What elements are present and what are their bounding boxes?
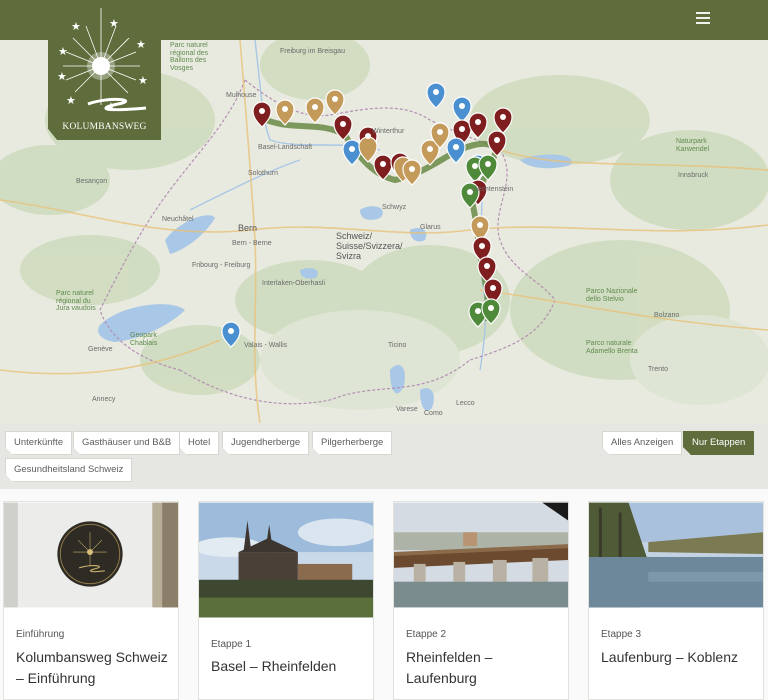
svg-text:★: ★ [71,20,81,33]
map-label-winterthur: Winterthur [372,128,405,135]
card-kicker: Etappe 1 [211,639,252,650]
map-label-stelvio: Parco Nazionale dello Stelvio [586,288,638,303]
card-kicker: Etappe 2 [406,629,447,640]
river-photo [589,502,763,608]
filter-gasthaeuser[interactable]: Gasthäuser und B&B [73,431,180,455]
map-label-geneve: Genève [88,346,113,353]
filter-jugendherberge[interactable]: Jugendherberge [222,431,309,455]
filter-gesundheitsland[interactable]: Gesundheitsland Schweiz [5,458,132,482]
card-kicker: Einführung [16,629,65,640]
svg-text:★: ★ [136,38,146,51]
map-label-mulhouse: Mulhouse [226,92,257,99]
map-label-annecy: Annecy [92,396,116,403]
map-label-neuchatel: Neuchâtel [162,216,194,223]
only-stages-button[interactable]: Nur Etappen [683,431,754,455]
map-label-oberland: Interlaken-Oberhasli [262,280,326,287]
stage-cards: Einführung Kolumbansweg Schweiz – Einfüh… [0,489,768,700]
map-label-trento: Trento [648,366,668,373]
map-label-schwyz: Schwyz [382,204,407,211]
map-label-besancon: Besançon [76,178,108,185]
filter-pilgerherberge[interactable]: Pilgerherberge [312,431,392,455]
map-label-bolzano: Bolzano [654,312,680,319]
map-label-freiburg: Freiburg im Breisgau [280,48,345,55]
sunburst-stars-path-icon: ★ ★★ ★★ ★ ★ ★ [57,8,148,113]
map-label-valais: Valais - Wallis [244,342,288,349]
basel-minster-photo [199,502,373,618]
map-label-glarus: Glarus [420,224,441,231]
filter-bar: Unterkünfte Gasthäuser und B&B Hotel Jug… [0,423,768,489]
card-kicker: Etappe 3 [601,629,642,640]
map-label-karwendel: Naturpark Karwendel [676,138,710,153]
logo-wordmark: KOLUMBANSWEG [62,122,147,132]
card-etappe-2[interactable]: Etappe 2 Rheinfelden – Laufenburg [393,501,569,700]
map-label-schweiz: Schweiz/ Suisse/Svizzera/ Svizra [336,231,403,261]
card-title: Rheinfelden – Laufenburg [406,649,493,686]
show-all-button[interactable]: Alles Anzeigen [602,431,682,455]
map-label-como: Como [424,410,443,417]
site-logo[interactable]: ★ ★ ★ ★ ★ ★ ★ ★ KOLUMBANSWEG [48,0,161,140]
card-title: Basel – Rheinfelden [211,658,337,674]
card-etappe-1[interactable]: Etappe 1 Basel – Rheinfelden [198,501,374,700]
map-label-bern: Bern [238,223,258,233]
map-label-chablais: Geopark Chablais [130,332,158,347]
map-label-adamello: Parco naturale Adamello Brenta [586,340,638,355]
map-label-lecco: Lecco [456,400,475,407]
map-label-liechtenstein: Liechtenstein [472,186,514,193]
svg-text:★: ★ [109,17,119,30]
map-label-basel-landschaft: Basel-Landschaft [258,144,313,151]
map-label-innsbruck: Innsbruck [678,172,709,179]
svg-text:★: ★ [66,94,76,107]
map-label-bern-berne: Bern - Berne [232,240,272,247]
filter-hotel[interactable]: Hotel [179,431,219,455]
svg-text:★: ★ [57,70,67,83]
svg-text:★: ★ [58,45,68,58]
svg-text:★: ★ [138,74,148,87]
wooden-bridge-photo [394,502,568,608]
map-label-jura: Parc naturel régional du Jura vaudois [56,290,96,313]
map-label-ballons: Parc naturel régional des Ballons des Vo… [170,42,209,73]
card-etappe-3[interactable]: Etappe 3 Laufenburg – Koblenz [588,501,764,700]
map-label-solothurn: Solothurn [248,170,278,177]
filter-unterkuenfte[interactable]: Unterkünfte [5,431,72,455]
map-label-varese: Varese [396,406,418,413]
map-label-ticino: Ticino [388,342,407,349]
card-einfuehrung[interactable]: Einführung Kolumbansweg Schweiz – Einfüh… [3,501,179,700]
map-label-fribourg: Fribourg - Freiburg [192,262,251,269]
card-title: Laufenburg – Koblenz [601,649,738,665]
emblem-plaque-photo [4,502,178,608]
hamburger-icon[interactable] [692,9,714,29]
card-title: Kolumbansweg Schweiz – Einführung [16,649,168,686]
